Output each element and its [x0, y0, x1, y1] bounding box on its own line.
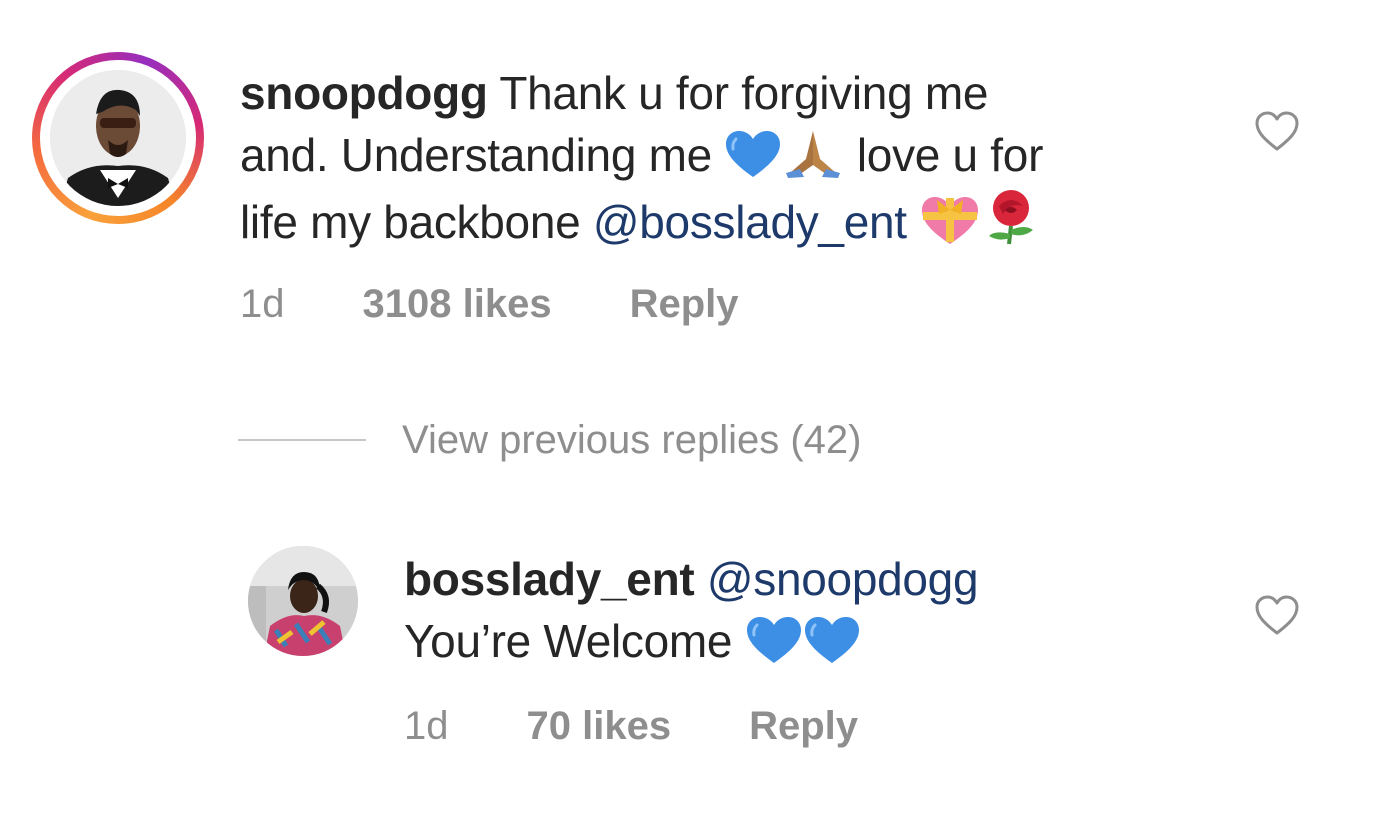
avatar[interactable] [248, 546, 358, 656]
comment-text-line2a: and. Understanding me [240, 129, 712, 181]
mention-link[interactable]: @bosslady_ent [593, 196, 907, 248]
avatar[interactable] [50, 70, 186, 206]
comment-reply-button[interactable]: Reply [630, 282, 739, 327]
reply-likes[interactable]: 70 likes [527, 704, 672, 749]
blue-heart-emoji [804, 617, 859, 663]
comment-text-line2b: love u for [856, 129, 1044, 181]
heart-outline-icon[interactable] [1254, 110, 1300, 152]
thread-divider [238, 439, 366, 441]
avatar-photo-snoopdogg [50, 70, 186, 206]
heart-outline-icon[interactable] [1254, 594, 1300, 636]
reply-username[interactable]: bosslady_ent [404, 553, 695, 605]
reply-text-body: You’re Welcome [404, 615, 733, 667]
reply-text: bosslady_ent @snoopdogg You’re Welcome [404, 548, 979, 672]
story-ring[interactable] [32, 52, 204, 224]
view-previous-replies[interactable]: View previous replies (42) [238, 412, 861, 468]
folded-hands-emoji [786, 131, 841, 178]
heart-with-ribbon-emoji [922, 197, 979, 244]
comment-text: snoopdogg Thank u for forgiving me and. … [240, 62, 1043, 253]
comment-age: 1d [240, 282, 285, 326]
view-previous-replies-label[interactable]: View previous replies (42) [402, 418, 861, 463]
reply-age: 1d [404, 704, 449, 748]
mention-link[interactable]: @snoopdogg [707, 553, 979, 605]
avatar-photo-bosslady-ent [248, 546, 358, 656]
blue-heart-emoji [726, 131, 781, 177]
blue-heart-emoji [746, 617, 801, 663]
comment-username[interactable]: snoopdogg [240, 67, 488, 119]
comment-likes[interactable]: 3108 likes [363, 282, 552, 327]
comment-text-line3a: life my backbone [240, 196, 581, 248]
comment-meta: 1d 3108 likes Reply [240, 282, 739, 327]
comment-text-line1: Thank u for forgiving me [499, 67, 989, 119]
reply-meta: 1d 70 likes Reply [404, 704, 858, 749]
reply-reply-button[interactable]: Reply [749, 704, 858, 749]
rose-emoji [989, 190, 1034, 245]
